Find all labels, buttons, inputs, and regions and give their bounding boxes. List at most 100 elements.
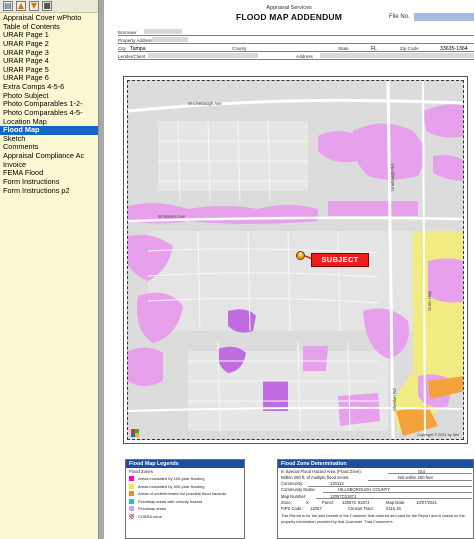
fzd-disclaimer: This Report is for the sole benefit of t…: [281, 513, 465, 524]
fzd-label: Census Tract:: [348, 506, 374, 512]
legend-label: Floodway areas: [138, 506, 167, 512]
legend-label: Areas inundated by 500-year flooding: [138, 483, 205, 489]
sidebar-item-urar-page-5[interactable]: URAR Page 5: [0, 66, 98, 75]
fzd-label: Community Name:: [281, 487, 316, 493]
sidebar-item-extra-comps[interactable]: Extra Comps 4-5-6: [0, 83, 98, 92]
subject-info-grid: Borrower Property Address City Tampa Cou…: [118, 28, 474, 60]
move-up-icon[interactable]: ▲: [16, 1, 26, 11]
legend-swatch: [129, 498, 134, 504]
sidebar-item-urar-page-4[interactable]: URAR Page 4: [0, 57, 98, 66]
legend-label: Floodway areas with velocity hazard: [138, 498, 203, 504]
sidebar-item-sketch[interactable]: Sketch: [0, 135, 98, 144]
fzd-label: FIPS Code:: [281, 506, 303, 512]
fzd-value: 12057: [310, 506, 322, 512]
borrower-row: Borrower: [118, 28, 474, 36]
legend-item: Areas of undetermined but possible flood…: [126, 490, 244, 498]
street-label-waters: W Waters Ave: [158, 214, 185, 219]
legend-label: Areas inundated by 100-year flooding: [138, 476, 205, 482]
fzd-value: 10/07/2021: [416, 499, 437, 505]
street-label-sheldon: Sheldon Rd: [392, 388, 397, 411]
fzd-value: X: [306, 499, 309, 505]
legend-subtitle: Flood Zones: [129, 469, 153, 474]
open-folder-icon[interactable]: ▤: [3, 1, 13, 11]
fzd-label: Panel:: [322, 499, 334, 505]
sidebar-item-urar-page-3[interactable]: URAR Page 3: [0, 49, 98, 58]
sidebar-item-urar-page-6[interactable]: URAR Page 6: [0, 74, 98, 83]
legend-item: Areas inundated by 500-year flooding: [126, 483, 244, 491]
file-number-field[interactable]: [414, 13, 474, 21]
city-label: City: [118, 45, 126, 51]
fzd-label: In Special Flood Hazard Area (Flood Zone…: [281, 468, 362, 474]
street-label-linebaugh-rd: Linebaugh Rd: [390, 164, 395, 191]
legend-swatch: [129, 491, 134, 497]
property-address-label: Property Address: [118, 37, 154, 43]
property-address-field[interactable]: [152, 37, 188, 42]
map-logo-icon: [131, 429, 139, 437]
legend-swatch: [129, 476, 134, 482]
legend-item: COBRA zone: [126, 513, 244, 521]
lender-label: Lender/Client: [118, 53, 146, 59]
property-address-row: Property Address: [118, 36, 474, 44]
sidebar-item-form-instructions-p2[interactable]: Form Instructions p2: [0, 187, 98, 196]
flood-map[interactable]: W Linebaugh Ave W Waters Ave Sheldon Rd …: [127, 80, 464, 440]
sidebar-item-form-instructions[interactable]: Form Instructions: [0, 178, 98, 187]
flood-zone-determination: Flood Zone Determination In Special Floo…: [277, 459, 474, 539]
flood-map-legend: Flood Map Legends Flood Zones Areas inun…: [125, 459, 245, 539]
sidebar-item-photo-comparables-2[interactable]: Photo Comparables 4-5-: [0, 109, 98, 118]
legend-item: Floodway areas with velocity hazard: [126, 498, 244, 506]
sidebar-item-location-map[interactable]: Location Map: [0, 118, 98, 127]
zip-value[interactable]: 33635-1364: [440, 46, 468, 52]
lender-row: Lender/Client Address: [118, 52, 474, 60]
legend-label: Areas of undetermined but possible flood…: [138, 491, 227, 497]
borrower-field[interactable]: [144, 29, 182, 34]
legend-swatch: [129, 483, 134, 489]
flood-map-frame: W Linebaugh Ave W Waters Ave Sheldon Rd …: [123, 76, 468, 444]
state-label: State: [338, 45, 349, 51]
app-window: ▤ ▲ ▼ ■ Appraisal Cover wPhoto Table of …: [0, 0, 474, 539]
city-value[interactable]: Tampa: [130, 46, 146, 52]
state-value[interactable]: FL: [371, 46, 377, 52]
sidebar-item-appraisal-compliance[interactable]: Appraisal Compliance Ac: [0, 152, 98, 161]
sidebar-toolbar: ▤ ▲ ▼ ■: [0, 0, 98, 13]
fzd-label: Zone:: [281, 499, 292, 505]
lender-address-label: Address: [296, 53, 313, 59]
lender-address-field[interactable]: [320, 53, 474, 58]
fzd-row-fips: FIPS Code: 12057 Census Tract: 0115.15: [278, 506, 473, 512]
sidebar-item-flood-map[interactable]: Flood Map: [0, 126, 98, 135]
fzd-value: 12057C 0187J: [342, 499, 370, 505]
legend-swatch: [129, 506, 134, 512]
flood-map-addendum-page: Appraisal Services FLOOD MAP ADDENDUM Fi…: [104, 0, 474, 539]
sidebar-item-appraisal-cover[interactable]: Appraisal Cover wPhoto: [0, 14, 98, 23]
city-row: City Tampa County State FL Zip Code 3363…: [118, 44, 474, 52]
sidebar-item-comments[interactable]: Comments: [0, 143, 98, 152]
sidebar-item-invoice[interactable]: Invoice: [0, 161, 98, 170]
company-name: Appraisal Services: [266, 5, 312, 11]
sidebar-item-urar-page-2[interactable]: URAR Page 2: [0, 40, 98, 49]
sidebar-item-fema-flood[interactable]: FEMA Flood: [0, 169, 98, 178]
legend-item: Areas inundated by 100-year flooding: [126, 475, 244, 483]
subject-marker-label[interactable]: SUBJECT: [311, 253, 369, 267]
delete-icon[interactable]: ■: [42, 1, 52, 11]
county-label: County: [232, 45, 247, 51]
fzd-label: Within 250 ft. of multiple flood zones:: [281, 474, 350, 480]
subject-pin-icon[interactable]: 8: [296, 251, 305, 260]
form-sidebar: ▤ ▲ ▼ ■ Appraisal Cover wPhoto Table of …: [0, 0, 99, 539]
file-number-label: File No.: [389, 14, 410, 20]
zip-label: Zip Code: [400, 45, 419, 51]
street-label-gunn-hwy: Gunn Hwy: [427, 290, 432, 311]
fzd-label: Community:: [281, 481, 304, 487]
sidebar-item-table-of-contents[interactable]: Table of Contents: [0, 23, 98, 32]
borrower-label: Borrower: [118, 29, 137, 35]
lender-field[interactable]: [148, 53, 258, 58]
form-list: Appraisal Cover wPhoto Table of Contents…: [0, 13, 98, 195]
legend-title: Flood Map Legends: [126, 460, 244, 468]
sidebar-item-photo-comparables-1[interactable]: Photo Comparables 1-2-: [0, 100, 98, 109]
legend-item: Floodway areas: [126, 505, 244, 513]
legend-label: COBRA zone: [138, 513, 162, 519]
move-down-icon[interactable]: ▼: [29, 1, 39, 11]
sidebar-item-urar-page-1[interactable]: URAR Page 1: [0, 31, 98, 40]
sidebar-item-photo-subject[interactable]: Photo Subject: [0, 92, 98, 101]
legend-swatch: [129, 513, 134, 519]
flood-map-graphic: [128, 81, 463, 439]
fzd-value: 0115.15: [386, 506, 401, 512]
